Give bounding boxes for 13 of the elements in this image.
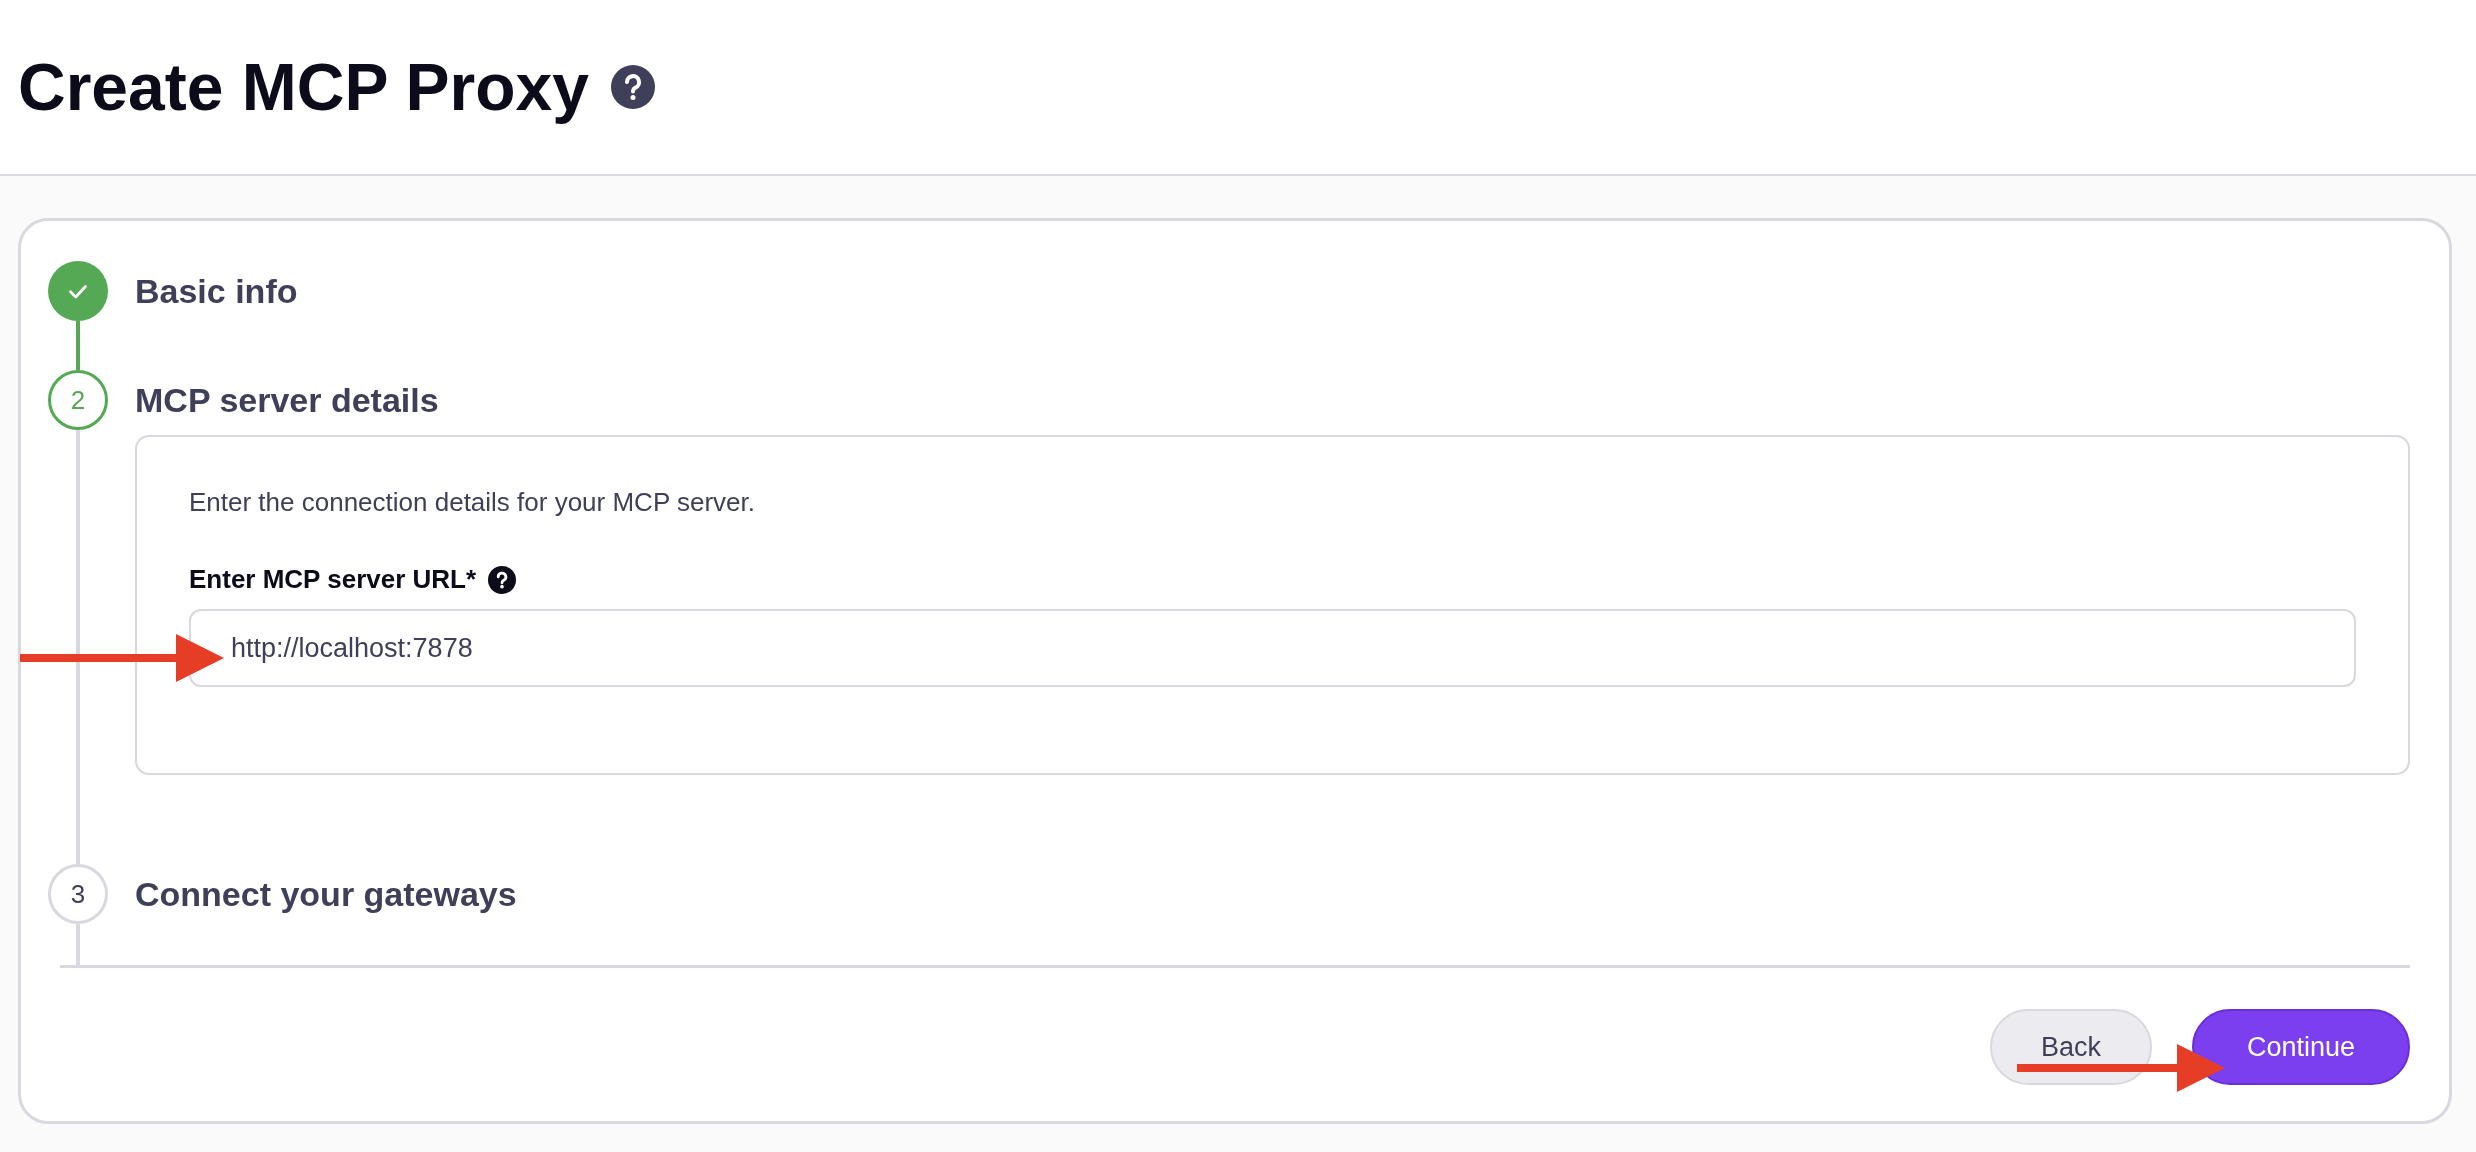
url-input[interactable]: http://localhost:7878 <box>189 609 2356 687</box>
step-title: Connect your gateways <box>135 874 518 915</box>
help-icon[interactable] <box>488 565 517 594</box>
step-indicator: 2 <box>48 370 108 430</box>
page-title: Create MCP Proxy <box>18 49 590 125</box>
field-label: Enter MCP server URL* <box>189 564 477 595</box>
step-title: Basic info <box>135 271 299 312</box>
continue-button[interactable]: Continue <box>2192 1009 2410 1085</box>
step-description: Enter the connection details for your MCP server. <box>189 487 757 518</box>
step-indicator: 3 <box>48 864 108 924</box>
step-title: MCP server details <box>135 380 440 421</box>
help-icon[interactable] <box>611 65 656 109</box>
back-button[interactable]: Back <box>1990 1009 2152 1085</box>
